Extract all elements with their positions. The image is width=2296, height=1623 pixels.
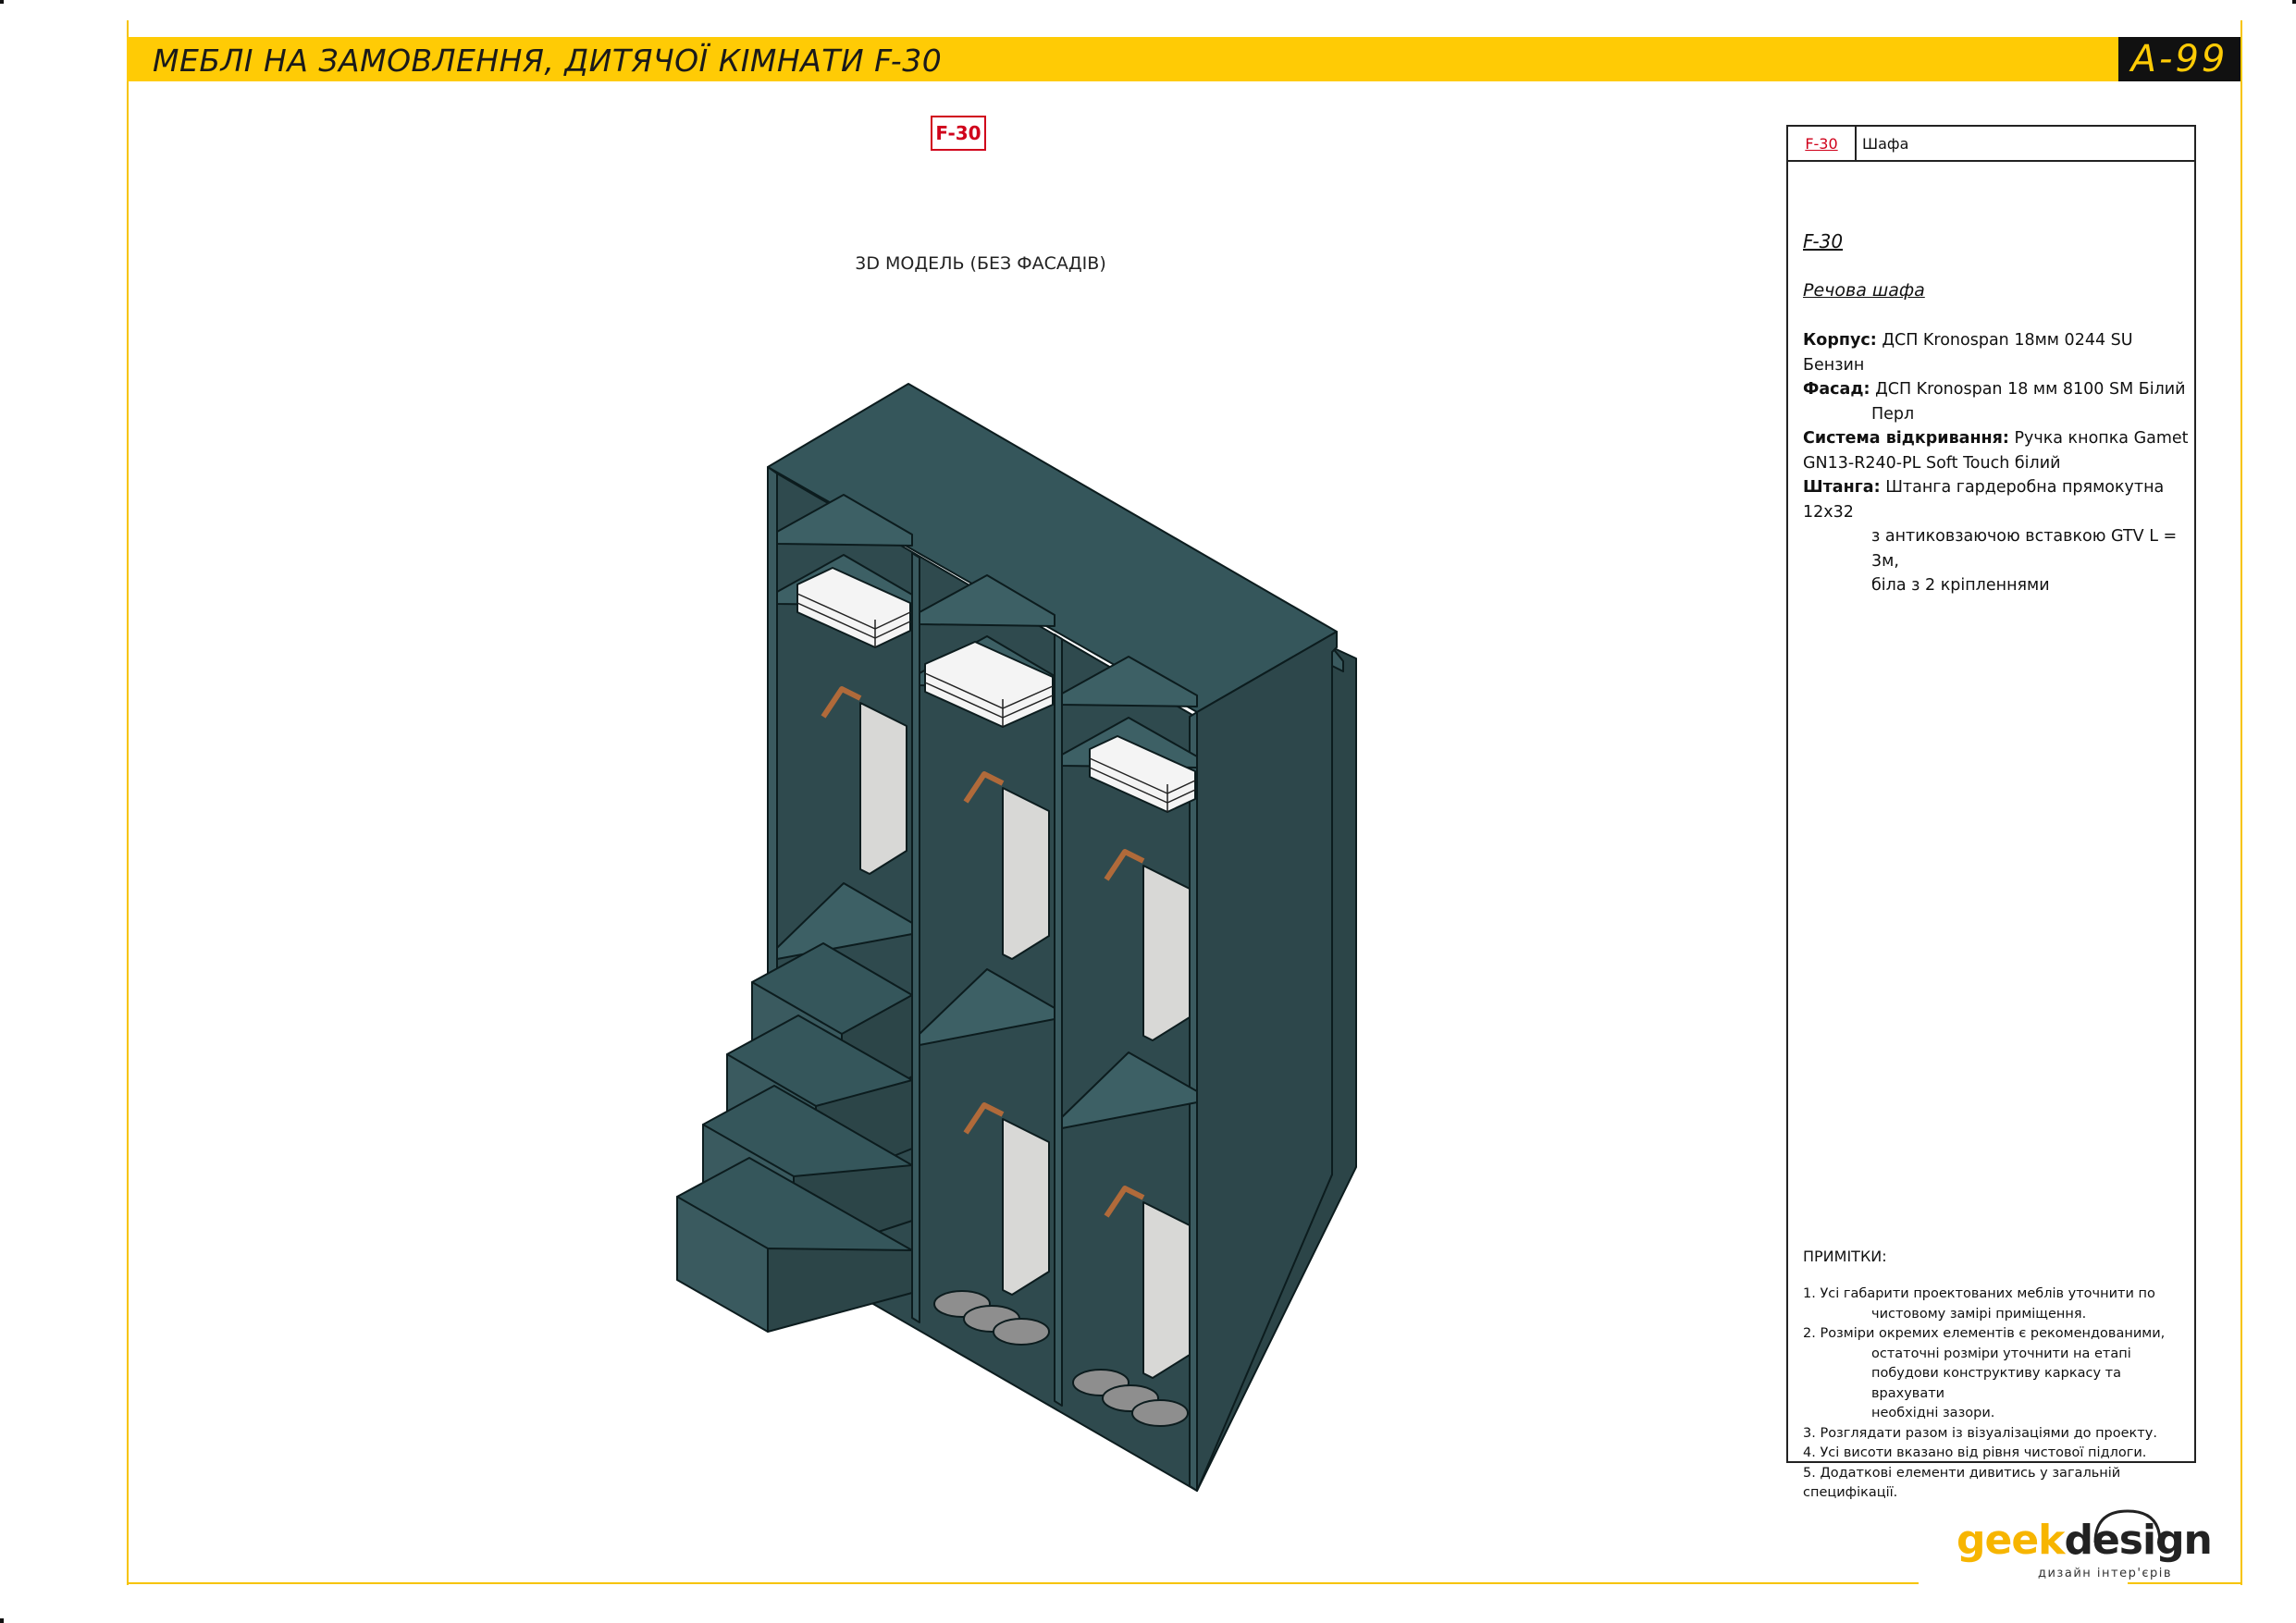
spec-subtitle: Речова шафа <box>1803 280 1925 301</box>
spec-row-facade: Фасад: ДСП Kronospan 18 мм 8100 SM Білий <box>1803 380 2186 399</box>
spec-code: F-30 <box>1803 230 1844 252</box>
view-caption: 3D МОДЕЛЬ (БЕЗ ФАСАДІВ) <box>855 253 1106 274</box>
logo-tagline: дизайн інтер'єрів <box>2038 1567 2173 1580</box>
frame-right-border <box>2240 20 2242 1585</box>
divider-right <box>1054 633 1063 1407</box>
sheet-title: МЕБЛІ НА ЗАМОВЛЕННЯ, ДИТЯЧОЇ КІМНАТИ F-3… <box>153 43 943 79</box>
geekdesign-logo: geekdesign дизайн інтер'єрів <box>1957 1507 2213 1581</box>
spec-row-rod-cont: з антиковзаючою вставкою GTV L = 3м, <box>1871 527 2178 571</box>
spec-header-name: Шафа <box>1862 134 1909 153</box>
logo-wordmark: geekdesign <box>1957 1517 2213 1564</box>
crop-mark <box>0 1618 4 1623</box>
spec-list: Корпус: ДСП Kronospan 18мм 0244 SU Бензи… <box>1803 328 2190 598</box>
spec-row-body: Корпус: ДСП Kronospan 18мм 0244 SU Бензи… <box>1803 331 2133 375</box>
notes-title: ПРИМІТКИ: <box>1803 1248 1887 1265</box>
sheet-number-box: A-99 <box>2118 37 2240 81</box>
spec-header-code: F-30 <box>1788 127 1857 160</box>
frame-left-border <box>127 20 129 1585</box>
crop-mark <box>2292 0 2296 4</box>
item-tag: F-30 <box>931 116 986 151</box>
note-3: 3. Розглядати разом із візуалізаціями до… <box>1803 1425 2157 1441</box>
notes-list: 1. Усі габарити проектованих меблів уточ… <box>1803 1285 2191 1504</box>
note-2: 2. Розміри окремих елементів є рекомендо… <box>1803 1326 2166 1420</box>
sheet-number: A-99 <box>2130 38 2228 80</box>
wardrobe-3d-drawing <box>676 383 1357 1492</box>
front-right-panel <box>1196 631 1338 1492</box>
spec-row-opening: Система відкривання: Ручка кнопка Gamet <box>1803 429 2189 448</box>
note-4: 4. Усі висоти вказано від рівня чистової… <box>1803 1445 2147 1460</box>
frame-bottom-border-right <box>2128 1582 2242 1584</box>
spec-header: F-30 Шафа <box>1788 127 2194 162</box>
frame-bottom-border <box>127 1582 1919 1584</box>
spec-row-opening-cont: GN13-R240-PL Soft Touch білий <box>1803 453 2061 473</box>
divider-left <box>911 552 920 1323</box>
note-5: 5. Додаткові елементи дивитись у загальн… <box>1803 1465 2121 1501</box>
note-1: 1. Усі габарити проектованих меблів уточ… <box>1803 1286 2155 1322</box>
spec-panel: F-30 Шафа F-30 Речова шафа Корпус: ДСП K… <box>1786 125 2196 1500</box>
spec-row-facade-cont: Перл <box>1871 404 1915 424</box>
crop-mark <box>0 0 4 4</box>
spec-row-rod-cont2: біла з 2 кріпленнями <box>1871 576 2050 595</box>
spec-row-rod: Штанга: Штанга гардеробна прямокутна 12x… <box>1803 478 2165 522</box>
